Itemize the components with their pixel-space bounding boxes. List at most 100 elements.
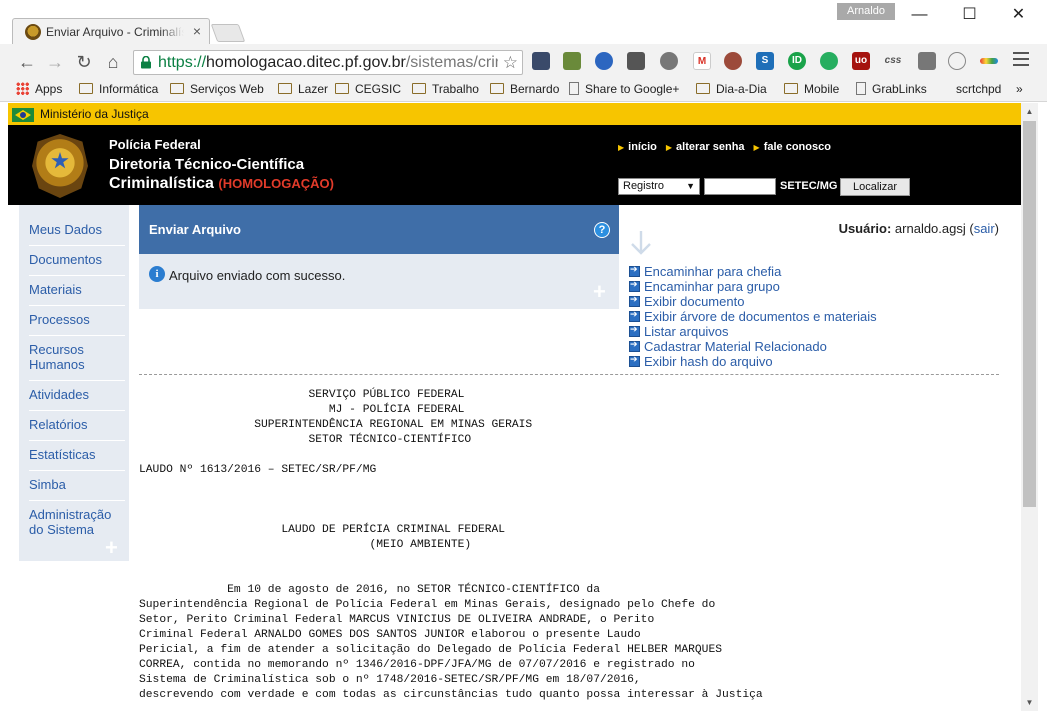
address-bar[interactable]: https://homologacao.ditec.pf.gov.br/sist… (133, 50, 523, 75)
css-icon[interactable]: css (884, 52, 902, 70)
profile-chip[interactable]: Arnaldo (837, 3, 895, 20)
page-viewport: Ministério da Justiça Polícia Federal Di… (8, 103, 1021, 711)
bookmark-inform-tica[interactable]: Informática (79, 82, 158, 100)
ghost-icon[interactable] (660, 52, 678, 70)
sidebar-item-meus-dados[interactable]: Meus Dados (29, 222, 121, 237)
doc-body-line: Setor, Perito Criminal Federal MARCUS VI… (139, 614, 655, 626)
folder-icon (490, 83, 504, 94)
action-link-4[interactable]: Listar arquivos (629, 324, 729, 339)
doc-title-line: (MEIO AMBIENTE) (139, 539, 472, 551)
browser-tab[interactable]: Enviar Arquivo - Criminalística × (12, 18, 210, 44)
home-icon[interactable]: ⌂ (102, 51, 124, 73)
bookmark-grablinks[interactable]: GrabLinks (856, 82, 927, 100)
sidebar-expand-plus-icon[interactable]: + (105, 535, 118, 561)
sidebar-item-materiais[interactable]: Materiais (29, 282, 121, 297)
toplink-1[interactable]: ▶ alterar senha (666, 141, 745, 153)
action-link-0[interactable]: Encaminhar para chefia (629, 264, 781, 279)
bookmark-bernardo[interactable]: Bernardo (490, 82, 559, 100)
back-arrow-icon[interactable]: ← (16, 51, 38, 73)
scroll-thumb[interactable] (1023, 121, 1036, 507)
user-label: Usuário: (838, 221, 892, 236)
sidebar-item-documentos[interactable]: Documentos (29, 252, 121, 267)
sidebar-item-recursos-humanos[interactable]: Recursos Humanos (29, 342, 121, 372)
action-link-2[interactable]: Exibir documento (629, 294, 744, 309)
laudo-number: LAUDO Nº 1613/2016 – SETEC/SR/PF/MG (139, 464, 377, 476)
bookmarks-overflow-button[interactable]: » (1016, 82, 1023, 100)
help-icon[interactable]: ? (594, 222, 610, 238)
panel-title: Enviar Arquivo (149, 222, 241, 237)
save-icon[interactable] (627, 52, 645, 70)
maximize-button[interactable]: ☐ (947, 0, 992, 30)
sidebar-item-processos[interactable]: Processos (29, 312, 121, 327)
action-link-1[interactable]: Encaminhar para grupo (629, 279, 780, 294)
bookmark-mobile[interactable]: Mobile (784, 82, 839, 100)
environment-label: (HOMOLOGAÇÃO) (218, 176, 334, 191)
user-info: Usuário: arnaldo.agsj (sair) (838, 221, 999, 236)
laudo-document: SERVIÇO PÚBLICO FEDERAL MJ - POLÍCIA FED… (139, 388, 1019, 703)
lock-icon (141, 56, 151, 69)
toplink-0[interactable]: ▶ início (618, 141, 657, 153)
page-scrollbar[interactable]: ▲ ▼ (1021, 103, 1038, 711)
tab-title: Enviar Arquivo - Criminalística (46, 25, 184, 39)
forward-arrow-icon[interactable]: → (44, 51, 66, 73)
site-header: Polícia Federal Diretoria Técnico-Cientí… (8, 125, 1021, 205)
search-unit-label: SETEC/MG (780, 180, 838, 192)
search-input[interactable] (704, 178, 776, 195)
sidebar-item-atividades[interactable]: Atividades (29, 387, 121, 402)
toplink-label: alterar senha (676, 141, 745, 153)
bookmark-trabalho[interactable]: Trabalho (412, 82, 479, 100)
tab-close-icon[interactable]: × (193, 23, 201, 39)
bookmark-lazer[interactable]: Lazer (278, 82, 328, 100)
panel-header: Enviar Arquivo ? (139, 205, 619, 254)
chat-icon[interactable] (820, 52, 838, 70)
logout-link[interactable]: sair (974, 221, 995, 236)
bookmark-star-icon[interactable]: ☆ (503, 53, 518, 73)
search-type-select[interactable]: Registro ▼ (618, 178, 700, 195)
id-icon[interactable]: ID (788, 52, 806, 70)
s-icon[interactable]: S (756, 52, 774, 70)
menu-icon[interactable] (1013, 52, 1029, 70)
action-label: Exibir árvore de documentos e materiais (644, 309, 877, 324)
rainbow-icon[interactable] (980, 58, 998, 64)
url-text[interactable]: https://homologacao.ditec.pf.gov.br/sist… (158, 54, 498, 72)
search-icon[interactable] (948, 52, 966, 70)
eye-icon[interactable] (918, 52, 936, 70)
ball-icon[interactable] (724, 52, 742, 70)
pin-icon[interactable] (595, 52, 613, 70)
bookmark-dia-a-dia[interactable]: Dia-a-Dia (696, 82, 767, 100)
bookmark-label: Apps (35, 82, 63, 96)
sidebar-separator (29, 305, 125, 306)
minimize-button[interactable]: — (897, 0, 942, 30)
action-link-5[interactable]: Cadastrar Material Relacionado (629, 339, 827, 354)
doc-header-line: MJ - POLÍCIA FEDERAL (139, 404, 465, 416)
bookmark-servi-os-web[interactable]: Serviços Web (170, 82, 264, 100)
new-tab-button[interactable] (210, 24, 246, 42)
bookmark-share-to-google-[interactable]: Share to Google+ (569, 82, 679, 100)
sidebar-item-simba[interactable]: Simba (29, 477, 121, 492)
folder-icon (170, 83, 184, 94)
localizar-button[interactable]: Localizar (840, 178, 910, 196)
reload-icon[interactable]: ↻ (73, 51, 95, 73)
bookmark-cegsic[interactable]: CEGSIC (335, 82, 401, 100)
library-icon[interactable] (532, 52, 550, 70)
ublock-icon[interactable]: uo (852, 52, 870, 70)
panel-expand-plus-icon[interactable]: + (593, 279, 606, 305)
sidebar-item-estatisticas[interactable]: Estatísticas (29, 447, 121, 462)
header-directorate: Diretoria Técnico-Científica (109, 156, 305, 173)
bookmark-scrtchpd[interactable]: scrtchpd (956, 82, 1001, 100)
close-window-button[interactable]: ✕ (996, 0, 1041, 30)
toplink-2[interactable]: ▶ fale conosco (754, 141, 831, 153)
action-link-6[interactable]: Exibir hash do arquivo (629, 354, 773, 369)
bookmark-apps[interactable]: Apps (16, 82, 62, 100)
scroll-down-icon[interactable]: ▼ (1021, 694, 1038, 711)
gmail-icon[interactable]: M (693, 52, 711, 70)
puzzle-icon[interactable] (563, 52, 581, 70)
scroll-up-icon[interactable]: ▲ (1021, 103, 1038, 120)
sidebar-item-relatorios[interactable]: Relatórios (29, 417, 121, 432)
action-link-3[interactable]: Exibir árvore de documentos e materiais (629, 309, 877, 324)
doc-header-line: SUPERINTENDÊNCIA REGIONAL EM MINAS GERAI… (139, 419, 533, 431)
sidebar-item-administracao-do-sistema[interactable]: Administração do Sistema (29, 507, 121, 537)
